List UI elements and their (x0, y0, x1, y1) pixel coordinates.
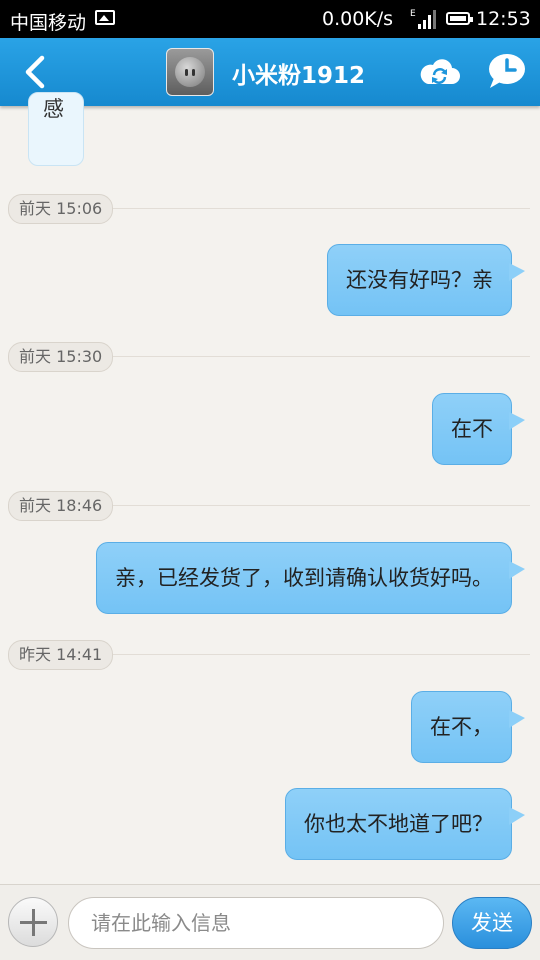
message-bubble[interactable]: 在不， (411, 691, 525, 763)
carrier-name: 中国移动 (10, 12, 87, 34)
message-text: 亲，已经发货了，收到请确认收货好吗。 (115, 566, 493, 590)
message-input[interactable] (68, 897, 444, 949)
avatar-face-icon (175, 57, 205, 87)
message-text: 你也太不地道了吧？ (304, 812, 493, 836)
timestamp: 前天 18:46 (8, 491, 114, 521)
status-bar: 中国移动 0.00K/s E 12:53 (0, 0, 540, 38)
signal-icon: E (410, 9, 436, 29)
previous-message-text: 感 (43, 97, 64, 121)
send-button[interactable]: 发送 (452, 897, 532, 949)
back-button[interactable] (16, 50, 56, 94)
timestamp-divider: 前天 15:30 (0, 342, 540, 372)
network-speed: 0.00K/s (322, 8, 394, 30)
contact-avatar[interactable] (166, 48, 214, 96)
timestamp-divider: 昨天 14:41 (0, 640, 540, 670)
cloud-sync-icon[interactable] (418, 52, 460, 92)
message-text: 在不， (430, 715, 493, 739)
message-bubble[interactable]: 在不 (432, 393, 525, 465)
network-type: E (410, 9, 416, 19)
add-attachment-button[interactable] (8, 897, 58, 947)
chat-history-icon[interactable] (486, 50, 528, 92)
battery-icon (446, 12, 473, 25)
timestamp: 昨天 14:41 (8, 640, 114, 670)
message-text: 还没有好吗？亲 (346, 268, 493, 292)
timestamp: 前天 15:06 (8, 194, 114, 224)
clock: 12:53 (476, 8, 531, 30)
message-bubble[interactable]: 还没有好吗？亲 (327, 244, 525, 316)
message-input-bar: 发送 (0, 884, 540, 960)
timestamp-divider: 前天 15:06 (0, 194, 540, 224)
message-bubble[interactable]: 亲，已经发货了，收到请确认收货好吗。 (96, 542, 525, 614)
contact-name: 小米粉1912 (232, 63, 366, 89)
timestamp-divider: 前天 18:46 (0, 491, 540, 521)
image-notification-icon (95, 10, 115, 25)
message-bubble[interactable]: 你也太不地道了吧？ (285, 788, 525, 860)
timestamp: 前天 15:30 (8, 342, 114, 372)
chat-area[interactable]: 感 前天 15:06 还没有好吗？亲 前天 15:30 在不 前天 18:46 … (0, 92, 540, 884)
previous-message-bubble[interactable]: 感 (28, 92, 84, 166)
message-text: 在不 (451, 417, 493, 441)
